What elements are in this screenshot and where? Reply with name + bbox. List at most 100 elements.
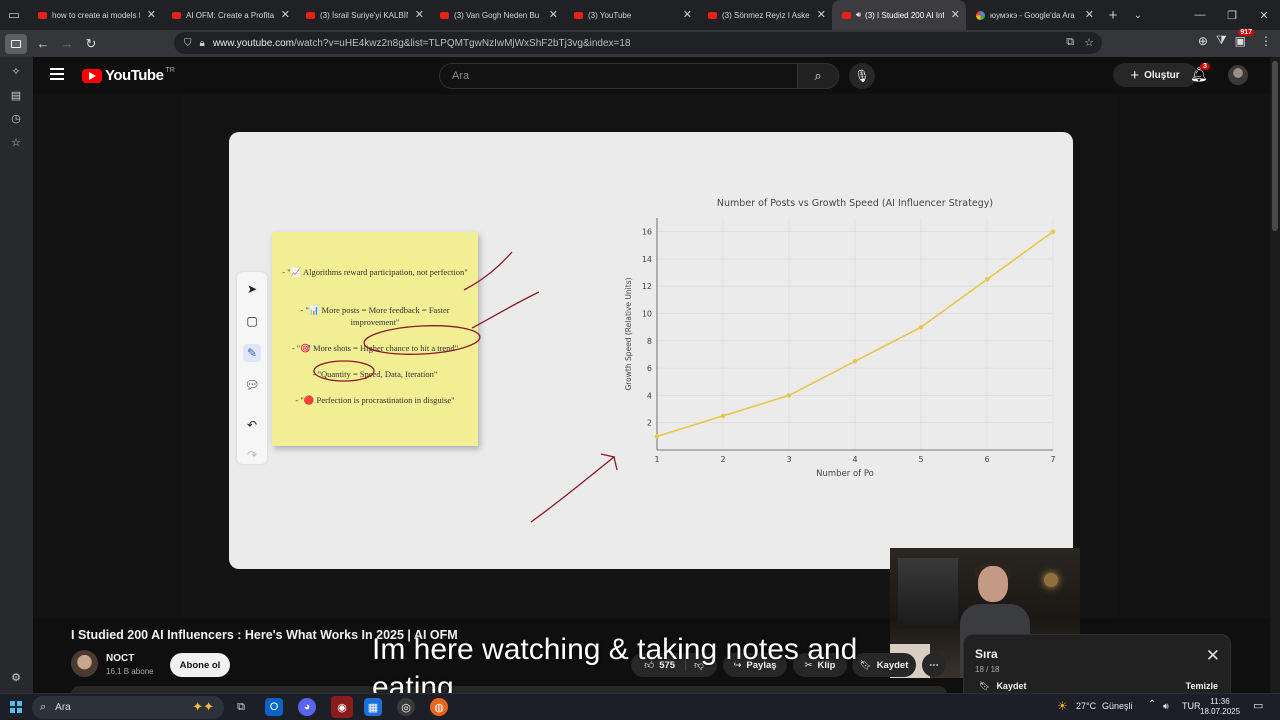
y-tick-label: 10 xyxy=(642,310,652,319)
extension-icon[interactable]: ▣ 917 xyxy=(1235,28,1254,48)
notifications-bell-icon[interactable]: 🔔︎ 3 xyxy=(1190,63,1210,83)
search-button[interactable]: ⌕ xyxy=(797,63,839,89)
queue-save-button[interactable]: 🔖︎ Kaydet xyxy=(979,681,1026,692)
browser-tab-strip: ▭ how to create ai models fo ✕ AI OFM: Cre… xyxy=(0,0,1280,30)
close-tab-icon[interactable]: ✕ xyxy=(817,8,826,21)
browser-tab[interactable]: (3) Sönmez Reyiz I Askerlik ✕ xyxy=(698,0,832,30)
vpn-icon[interactable]: ⊕ xyxy=(1198,34,1208,48)
new-tab-icon[interactable]: + xyxy=(1100,7,1126,24)
data-point xyxy=(720,413,726,419)
voice-search-icon[interactable]: 🎙︎ xyxy=(849,63,875,89)
y-tick-label: 12 xyxy=(642,282,652,291)
browser-tab[interactable]: (3) Van Gogh Neden Bu Ka ✕ xyxy=(430,0,564,30)
y-tick-label: 4 xyxy=(647,391,652,400)
country-code: TR xyxy=(165,67,175,74)
sidebar-toggle-icon[interactable] xyxy=(5,33,27,54)
y-tick-label: 16 xyxy=(642,228,652,237)
forward-icon[interactable]: → xyxy=(55,32,79,56)
channel-avatar[interactable] xyxy=(71,650,98,677)
chrome-icon[interactable]: ◎ xyxy=(397,698,415,716)
weather-sun-icon[interactable]: ☀ xyxy=(1057,699,1068,713)
app-icon[interactable]: ◉ xyxy=(331,696,353,718)
chart-title: Number of Posts vs Growth Speed (AI Infl… xyxy=(717,198,993,209)
account-avatar[interactable] xyxy=(1228,65,1248,85)
close-tab-icon[interactable]: ✕ xyxy=(415,8,424,21)
browser-tab[interactable]: юумэкэ - Google'da Ara ✕ xyxy=(966,0,1100,30)
discord-icon[interactable]: ◕ xyxy=(298,698,316,716)
youtube-favicon-icon xyxy=(306,11,315,19)
x-axis-label: Number of Po xyxy=(816,469,874,479)
settings-gear-icon[interactable]: ⚙ xyxy=(9,671,23,685)
video-player[interactable]: ➤ ▢ ✎ 💬︎ ↶ ↷ - "📈 Algorithms reward part… xyxy=(33,94,1280,678)
ai-icon[interactable]: ✧ xyxy=(9,65,23,79)
task-view-icon[interactable]: ⧉ xyxy=(232,698,250,716)
tab-title: (3) İsrail Suriye'yi KALBİNDE xyxy=(320,10,408,20)
tab-title: how to create ai models fo xyxy=(52,10,140,20)
restore-icon[interactable]: ❐ xyxy=(1216,0,1248,30)
back-icon[interactable]: ← xyxy=(31,32,55,56)
clock[interactable]: 11:36 18.07.2025 xyxy=(1200,697,1240,717)
shield-icon: ⛉ xyxy=(184,37,192,49)
start-button[interactable] xyxy=(10,701,22,713)
search-input[interactable]: Ara xyxy=(439,63,798,89)
close-tab-icon[interactable]: ✕ xyxy=(147,8,156,21)
minimize-icon[interactable]: — xyxy=(1184,0,1216,30)
close-tab-icon[interactable]: ✕ xyxy=(281,8,290,21)
tab-audio-icon[interactable]: 🔊︎ xyxy=(856,10,861,20)
y-tick-label: 8 xyxy=(647,337,652,346)
window-bg xyxy=(898,558,958,628)
youtube-logo[interactable]: YouTube TR xyxy=(82,67,175,84)
whiteboard-slide: ➤ ▢ ✎ 💬︎ ↶ ↷ - "📈 Algorithms reward part… xyxy=(229,132,1073,569)
browser-tab[interactable]: (3) YouTube ✕ xyxy=(564,0,698,30)
close-window-icon[interactable]: ✕ xyxy=(1248,0,1280,30)
close-tab-icon[interactable]: ✕ xyxy=(683,8,692,21)
extensions-icon[interactable]: ⧩ xyxy=(1216,33,1227,48)
outlook-icon[interactable]: O xyxy=(265,698,283,716)
weather-temp[interactable]: 27°C xyxy=(1076,701,1096,711)
address-bar[interactable]: ⛉ 🔒︎ www.youtube.com/watch?v=uHE4kwz2n8g… xyxy=(174,32,1102,54)
browser-tab[interactable]: AI OFM: Create a Profitable ✕ xyxy=(162,0,296,30)
x-tick-label: 1 xyxy=(654,455,659,464)
bookmark-star-icon[interactable]: ☆ xyxy=(1084,36,1094,49)
channel-name[interactable]: NOCT xyxy=(106,653,134,664)
youtube-favicon-icon xyxy=(842,11,851,19)
tab-actions-icon[interactable]: ▭ xyxy=(0,0,28,30)
notification-center-icon[interactable]: ▭ xyxy=(1253,699,1263,712)
speaker-icon[interactable]: 🔊︎ xyxy=(1163,701,1169,712)
toolbar-actions: ⊕ ⧩ ▣ 917 ⋮ xyxy=(1198,28,1272,48)
browser-tab[interactable]: 🔊︎ (3) I Studied 200 AI Infl ✕ xyxy=(832,0,966,30)
firefox-icon[interactable]: ◍ xyxy=(430,698,448,716)
youtube-play-icon xyxy=(82,68,102,83)
taskbar-search[interactable]: ⌕ Ara ✦✦ xyxy=(32,696,224,719)
lock-icon[interactable]: 🔒︎ xyxy=(200,38,205,49)
copilot-icon: ✦✦ xyxy=(192,699,214,714)
weather-desc[interactable]: Güneşli xyxy=(1102,701,1133,711)
favorites-icon[interactable]: ☆ xyxy=(9,136,23,150)
subscribe-button[interactable]: Abone ol xyxy=(170,653,230,677)
browser-menu-icon[interactable]: ⋮ xyxy=(1260,34,1272,48)
close-queue-icon[interactable]: ✕ xyxy=(1206,647,1220,664)
y-tick-label: 6 xyxy=(647,364,652,373)
tab-search-icon[interactable]: ⌄ xyxy=(1126,10,1150,21)
tab-title: AI OFM: Create a Profitable xyxy=(186,10,274,20)
browser-toolbar: ← → ↻ ⛉ 🔒︎ www.youtube.com/watch?v=uHE4k… xyxy=(0,28,1280,57)
create-button[interactable]: + Oluştur xyxy=(1113,63,1197,87)
language-indicator[interactable]: TUR xyxy=(1182,701,1201,711)
y-axis-label: Growth Speed (Relative Units) xyxy=(624,277,633,390)
file-explorer-icon[interactable]: ▦ xyxy=(364,698,382,716)
close-tab-icon[interactable]: ✕ xyxy=(951,8,960,21)
more-actions-icon[interactable]: ⋯ xyxy=(922,653,946,677)
close-tab-icon[interactable]: ✕ xyxy=(549,8,558,21)
hamburger-menu-icon[interactable] xyxy=(50,68,64,83)
browser-tab[interactable]: how to create ai models fo ✕ xyxy=(28,0,162,30)
close-tab-icon[interactable]: ✕ xyxy=(1085,8,1094,21)
page-scrollbar[interactable] xyxy=(1270,57,1280,693)
install-app-icon[interactable]: ⧉ xyxy=(1066,36,1074,49)
reload-icon[interactable]: ↻ xyxy=(79,32,103,56)
history-icon[interactable]: ◷ xyxy=(9,112,23,126)
collections-icon[interactable]: ▤ xyxy=(9,89,23,103)
browser-tab[interactable]: (3) İsrail Suriye'yi KALBİNDE ✕ xyxy=(296,0,430,30)
tray-expand-icon[interactable]: ⌃ xyxy=(1148,699,1156,710)
queue-clear-button[interactable]: Temizle xyxy=(1186,681,1218,691)
growth-chart: 2468101214161 2 3 4 5 6 7Number of Posts vs Gr… xyxy=(624,198,1056,479)
